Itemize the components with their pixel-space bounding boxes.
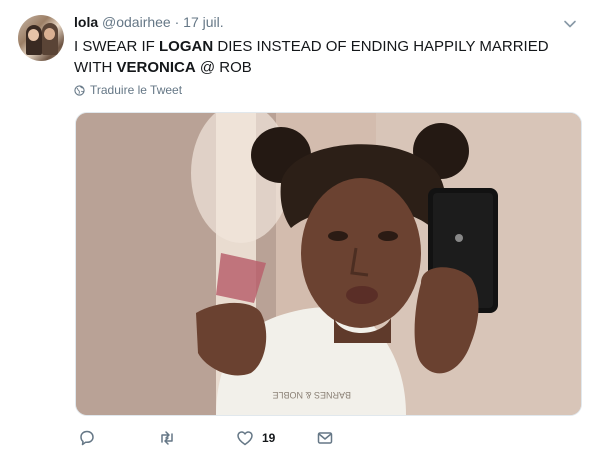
reply-icon <box>80 430 94 446</box>
selfie-photo: BARNES & NOBLE <box>76 113 581 415</box>
user-name[interactable]: lola <box>74 14 98 30</box>
tweet-date[interactable]: 17 juil. <box>183 14 223 30</box>
shirt-print: BARNES & NOBLE <box>272 390 351 400</box>
direct-message-button[interactable] <box>316 428 342 448</box>
heart-icon <box>237 431 253 446</box>
translate-tweet-link[interactable]: Traduire le Tweet <box>74 83 182 97</box>
user-handle[interactable]: @odairhee <box>102 14 171 30</box>
retweet-icon <box>161 431 173 445</box>
tweet-text-part: I SWEAR IF <box>74 38 160 55</box>
tweet-text-part: @ ROB <box>195 59 252 76</box>
tweet-text-bold: LOGAN <box>159 38 214 55</box>
tweet-actions: 19 <box>74 428 374 448</box>
like-button[interactable]: 19 <box>236 428 275 448</box>
translate-label: Traduire le Tweet <box>90 83 183 97</box>
like-count: 19 <box>262 431 276 445</box>
tweet[interactable]: lola @odairhee · 17 juil. I SWEAR IF LOG… <box>0 0 599 458</box>
reply-button[interactable] <box>78 428 104 448</box>
tweet-text-bold: VERONICA <box>116 59 196 76</box>
avatar-face-right <box>44 28 55 40</box>
chevron-down-icon[interactable] <box>563 17 577 31</box>
envelope-icon <box>317 432 333 444</box>
tweet-text: I SWEAR IF LOGAN DIES INSTEAD OF ENDING … <box>74 36 574 78</box>
retweet-button[interactable] <box>158 428 184 448</box>
avatar[interactable] <box>18 15 64 61</box>
avatar-face-left <box>28 29 39 41</box>
separator-dot: · <box>174 14 180 30</box>
tweet-header: lola @odairhee · 17 juil. <box>74 14 224 30</box>
globe-icon <box>74 84 85 96</box>
tweet-media-image[interactable]: BARNES & NOBLE <box>75 112 582 416</box>
